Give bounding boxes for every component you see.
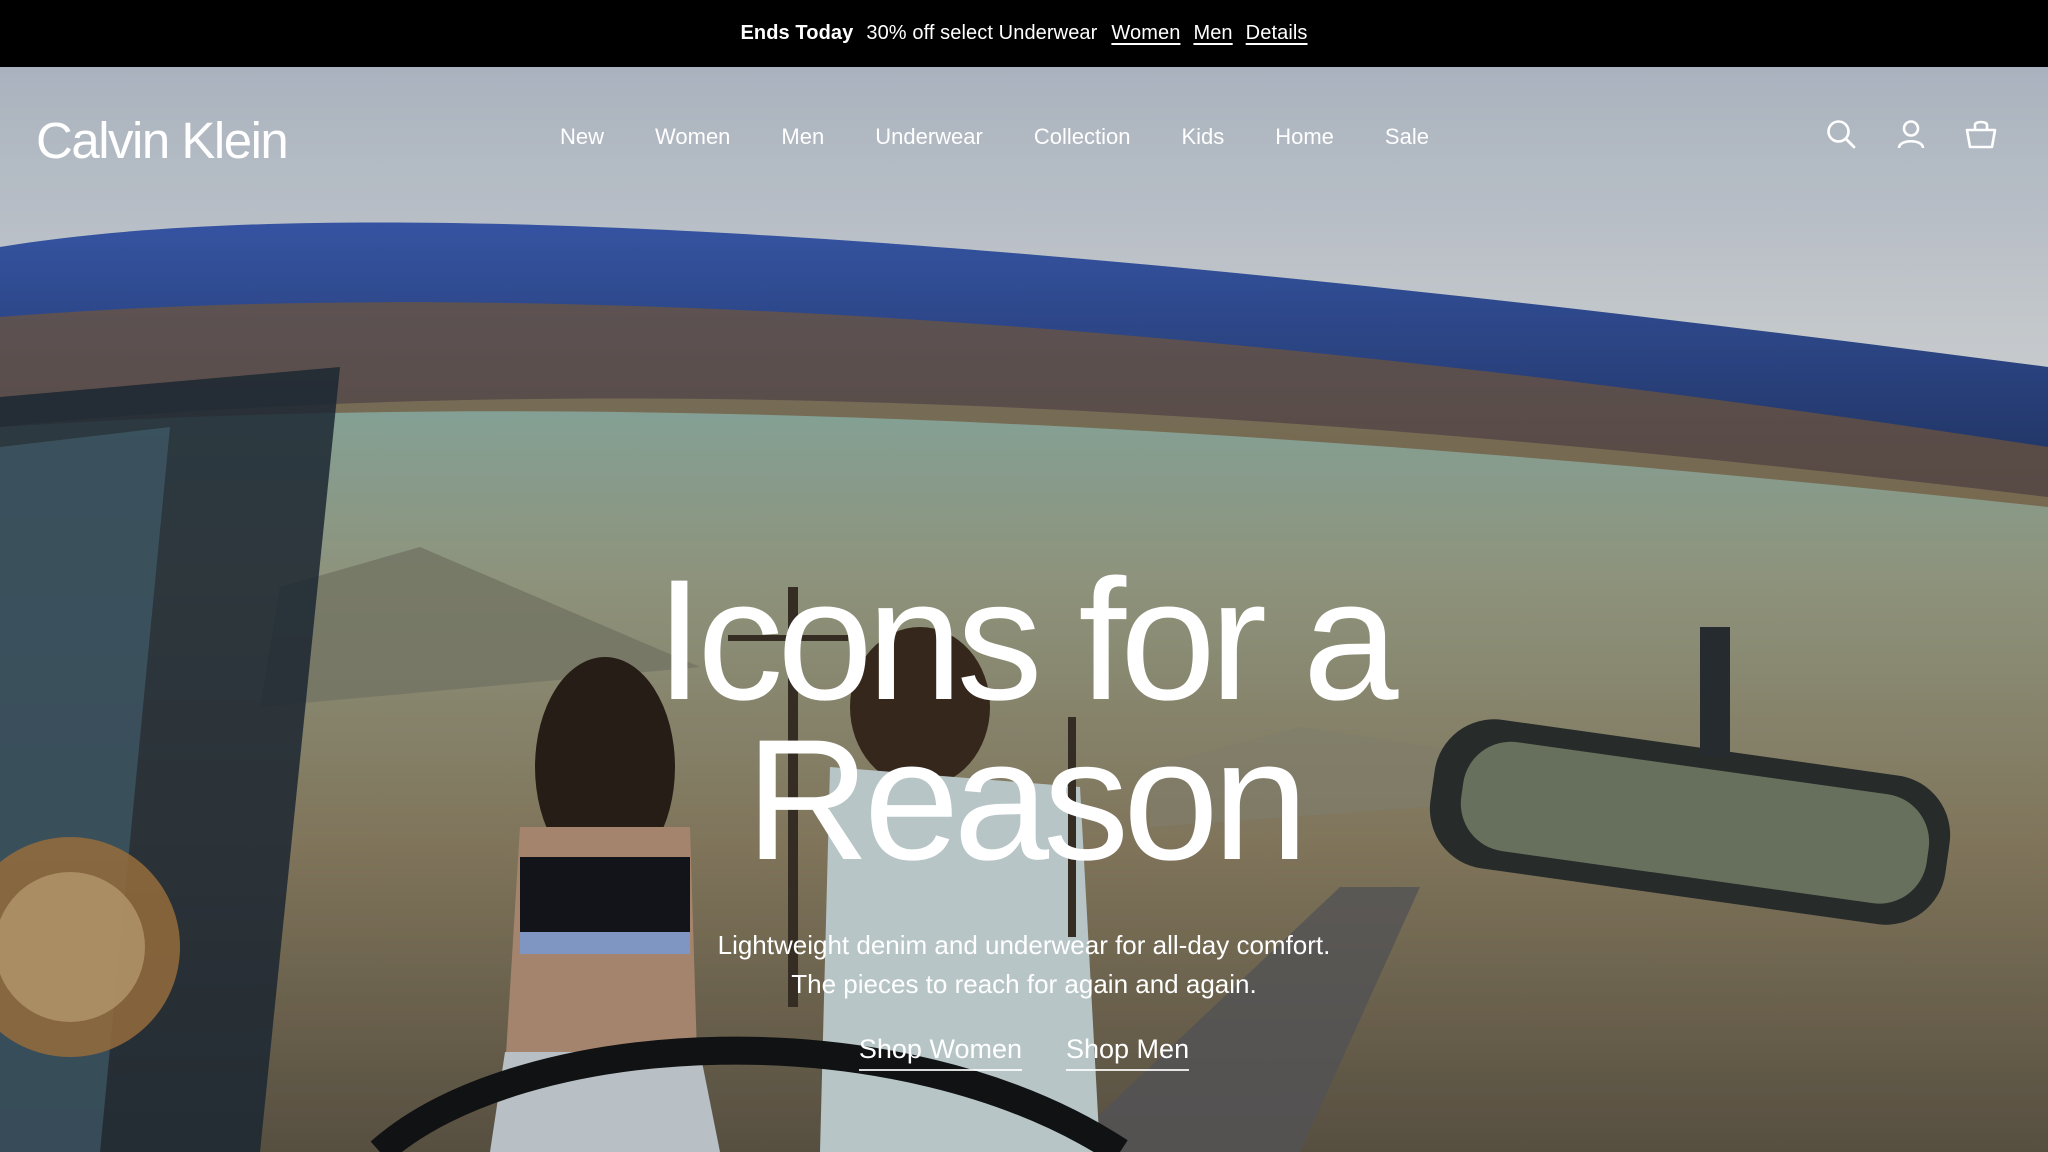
hero-subtitle-line-1: Lightweight denim and underwear for all-… [717,930,1331,960]
nav-item-collection[interactable]: Collection [1034,124,1131,150]
brand-logo[interactable]: Calvin Klein [36,111,289,170]
nav-item-kids[interactable]: Kids [1181,124,1224,150]
hero-subtitle: Lightweight denim and underwear for all-… [0,926,2048,1004]
promo-ends-label: Ends Today [740,22,854,44]
promo-bar: Ends Today 30% off select Underwear Wome… [0,0,2048,67]
nav-item-sale[interactable]: Sale [1385,124,1429,150]
promo-link-details[interactable]: Details [1246,22,1308,45]
hero-subtitle-line-2: The pieces to reach for again and again. [791,969,1257,999]
hero-headline: Icons for a Reason [0,544,2048,896]
hero-title-line-1: Icons for a [655,544,1398,736]
nav-item-new[interactable]: New [560,124,604,150]
header-icons [1824,117,1998,151]
site-header: Calvin Klein New Women Men Underwear Col… [0,67,2048,217]
promo-link-women[interactable]: Women [1111,22,1180,45]
promo-offer-text: 30% off select Underwear [866,22,1098,44]
main-nav: New Women Men Underwear Collection Kids … [560,124,1429,150]
nav-item-underwear[interactable]: Underwear [875,124,983,150]
hero-title-line-2: Reason [745,704,1309,896]
promo-link-men[interactable]: Men [1193,22,1232,45]
nav-item-home[interactable]: Home [1275,124,1334,150]
shop-women-button[interactable]: Shop Women [858,1034,1022,1071]
search-icon[interactable] [1824,117,1858,151]
shop-men-button[interactable]: Shop Men [1066,1034,1190,1071]
hero-ctas: Shop Women Shop Men [0,1034,2048,1071]
account-icon[interactable] [1894,117,1928,151]
bag-icon[interactable] [1964,117,1998,151]
nav-item-women[interactable]: Women [655,124,730,150]
nav-item-men[interactable]: Men [781,124,824,150]
